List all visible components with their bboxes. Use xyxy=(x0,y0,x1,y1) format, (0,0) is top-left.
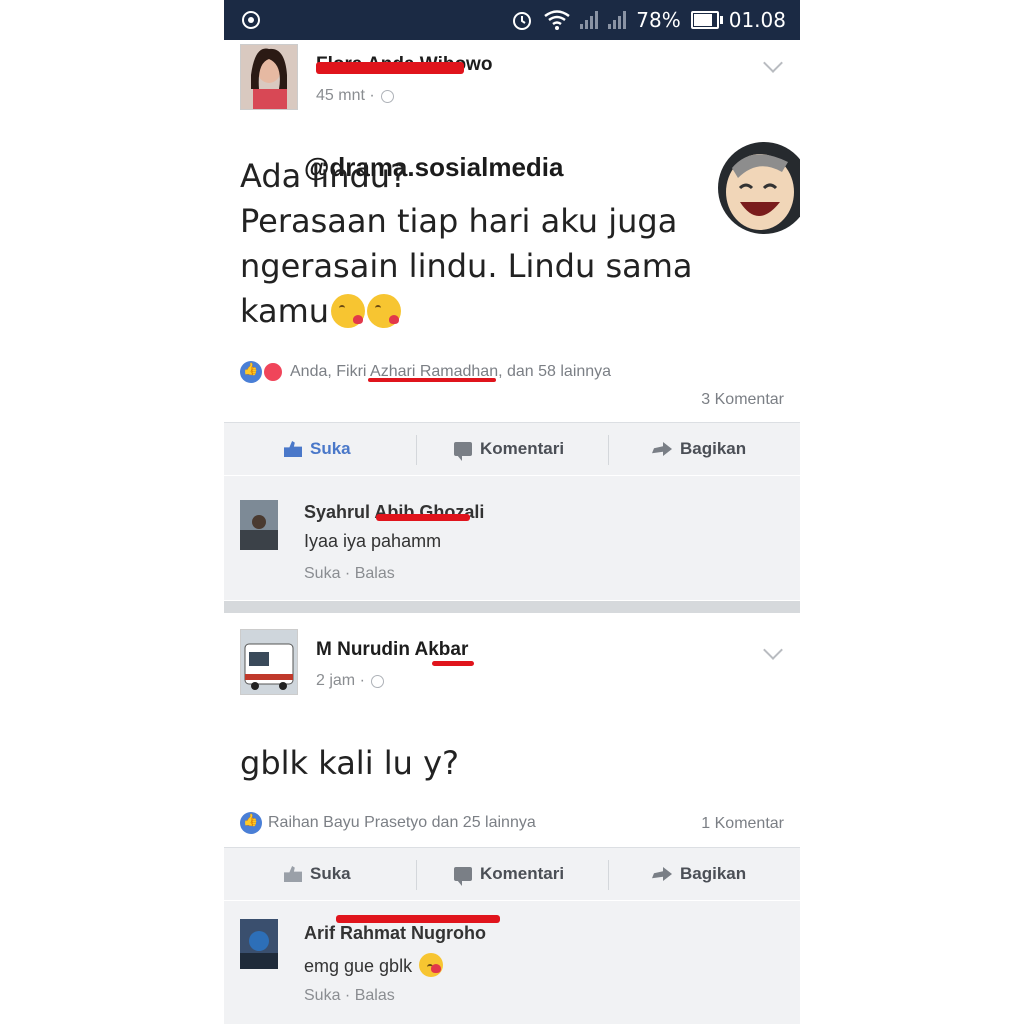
comment-text: emg gue gblk xyxy=(304,953,444,977)
redaction-mark xyxy=(316,62,464,74)
clock: 01.08 xyxy=(728,8,786,32)
battery-percent: 78% xyxy=(636,8,681,32)
share-icon xyxy=(652,867,672,881)
divider xyxy=(416,860,417,890)
post-1: Flora Anda Wibowo 45 mnt · @drama.sosial… xyxy=(224,40,800,600)
author-name[interactable]: M Nurudin Akbar xyxy=(316,639,468,661)
action-bar: Suka Komentari Bagikan xyxy=(224,422,800,475)
share-icon xyxy=(652,442,672,456)
divider xyxy=(416,435,417,465)
alarm-icon xyxy=(513,12,532,30)
like-label: Suka xyxy=(310,439,351,458)
globe-icon xyxy=(380,89,394,103)
post-meta: 45 mnt · xyxy=(316,87,394,105)
post-body-line: ngerasain lindu. Lindu sama xyxy=(240,247,693,285)
comment-button[interactable]: Komentari xyxy=(454,848,564,900)
reactions-text: Raihan Bayu Prasetyo dan 25 lainnya xyxy=(268,814,536,831)
like-reaction-icon xyxy=(240,812,262,834)
post-2: M Nurudin Akbar 2 jam · gblk kali lu y? … xyxy=(224,613,800,1024)
signal-icon-2 xyxy=(608,11,627,29)
post-body-line: Ada lindu? xyxy=(240,157,408,195)
globe-icon xyxy=(370,674,384,688)
comment-text: Iyaa iya pahamm xyxy=(304,531,442,551)
kiss-emoji-icon xyxy=(331,294,366,328)
notification-icon xyxy=(242,11,260,29)
share-label: Bagikan xyxy=(680,439,747,458)
share-button[interactable]: Bagikan xyxy=(652,423,746,475)
redaction-mark xyxy=(336,915,500,923)
commenter-avatar[interactable] xyxy=(240,919,278,969)
phone-screen: 78% 01.08 Flora Anda Wibowo 45 mnt · @dr… xyxy=(224,0,800,1024)
post-body: Ada lindu? Perasaan tiap hari aku juga n… xyxy=(240,154,693,334)
commenter-name[interactable]: Arif Rahmat Nugroho xyxy=(304,923,486,944)
status-bar: 78% 01.08 xyxy=(224,0,800,40)
author-avatar[interactable] xyxy=(240,44,298,110)
divider xyxy=(608,860,609,890)
chevron-down-icon[interactable] xyxy=(763,53,783,73)
action-bar: Suka Komentari Bagikan xyxy=(224,847,800,900)
like-button[interactable]: Suka xyxy=(284,848,351,900)
post-body-line: kamu xyxy=(240,292,330,330)
comment-actions[interactable]: Suka · Balas xyxy=(304,987,395,1005)
comment-actions[interactable]: Suka · Balas xyxy=(304,565,395,583)
comment-count[interactable]: 1 Komentar xyxy=(701,815,784,833)
like-reaction-icon xyxy=(240,361,262,383)
kiss-emoji-icon xyxy=(367,294,402,328)
love-reaction-icon xyxy=(262,361,284,383)
comment-section: Syahrul Abib Ghozali Iyaa iya pahamm Suk… xyxy=(224,476,800,600)
comment-text-value: emg gue gblk xyxy=(304,956,413,976)
post-meta: 2 jam · xyxy=(316,672,384,690)
comment-button[interactable]: Komentari xyxy=(454,423,564,475)
post-body-line-last: kamu xyxy=(240,289,693,334)
like-button[interactable]: Suka xyxy=(284,423,351,475)
post-divider xyxy=(224,601,800,613)
post-body-line: gblk kali lu y? xyxy=(240,744,460,782)
like-icon xyxy=(284,441,302,457)
reactions-summary[interactable]: Raihan Bayu Prasetyo dan 25 lainnya xyxy=(240,812,536,834)
comment-label: Komentari xyxy=(480,439,565,458)
laughing-face-sticker xyxy=(718,142,800,234)
redaction-mark xyxy=(368,378,496,382)
commenter-avatar[interactable] xyxy=(240,500,278,550)
like-icon xyxy=(284,866,302,882)
share-label: Bagikan xyxy=(680,864,747,883)
comment-icon xyxy=(454,442,472,461)
kiss-emoji-icon xyxy=(419,953,444,977)
comment-icon xyxy=(454,867,472,886)
author-avatar[interactable] xyxy=(240,629,298,695)
share-button[interactable]: Bagikan xyxy=(652,848,746,900)
post-body-line: Perasaan tiap hari aku juga xyxy=(240,202,678,240)
comment-count[interactable]: 3 Komentar xyxy=(701,391,784,409)
like-label: Suka xyxy=(310,864,351,883)
comment-label: Komentari xyxy=(480,864,565,883)
redaction-mark xyxy=(376,514,470,521)
signal-icon xyxy=(580,11,599,29)
post-body: gblk kali lu y? xyxy=(240,741,459,786)
divider xyxy=(608,435,609,465)
post-time: 45 mnt · xyxy=(316,87,375,104)
post-time: 2 jam · xyxy=(316,672,365,689)
chevron-down-icon[interactable] xyxy=(763,640,783,660)
comment-section: Arif Rahmat Nugroho emg gue gblk Suka · … xyxy=(224,901,800,1024)
wifi-icon xyxy=(544,10,571,30)
redaction-mark xyxy=(432,661,474,666)
battery-icon xyxy=(690,11,723,29)
